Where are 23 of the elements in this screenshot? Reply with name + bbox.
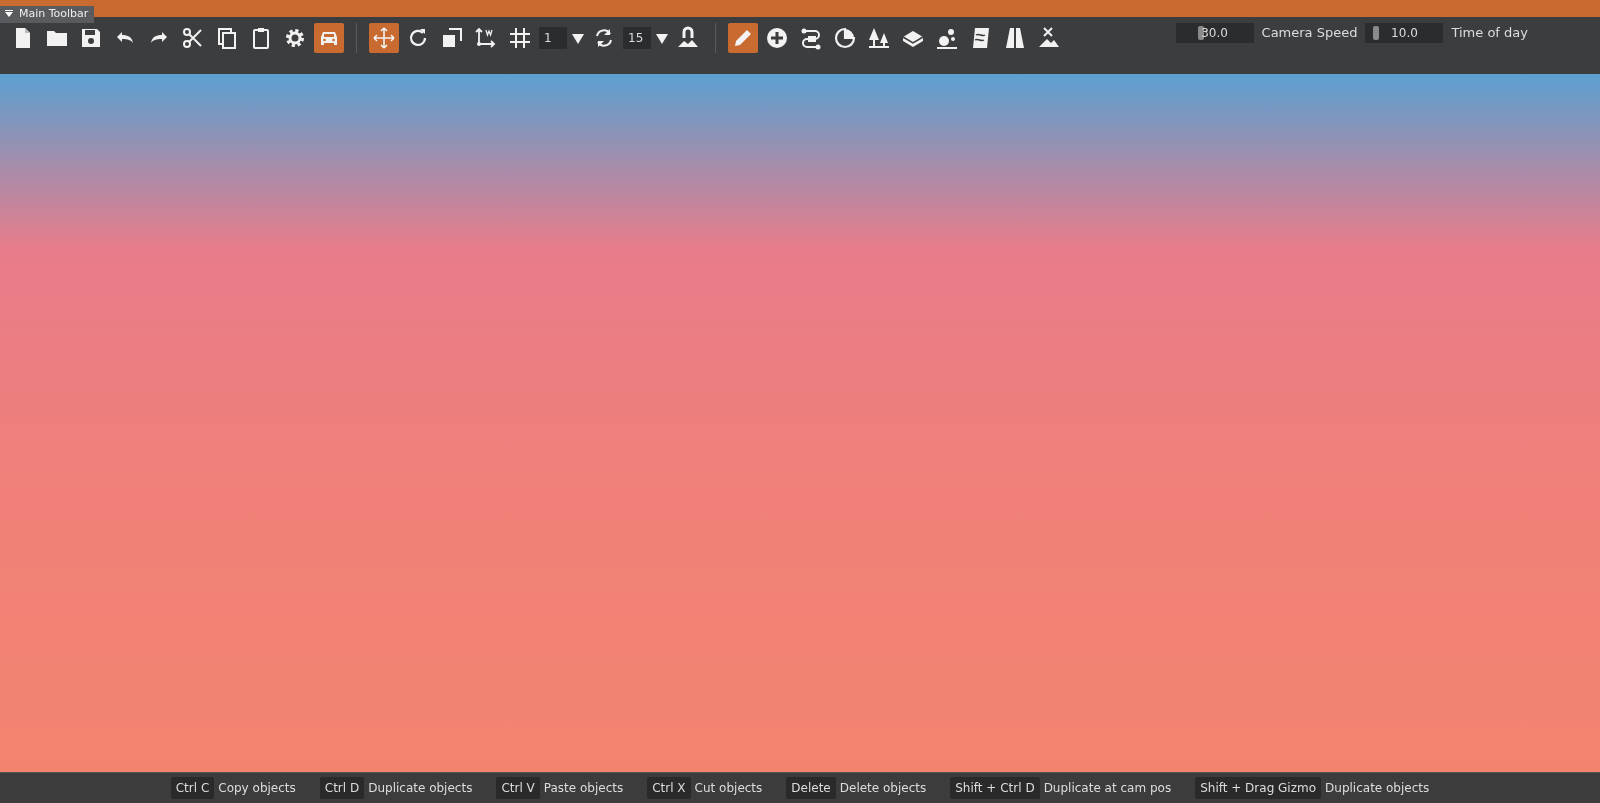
- shortcut-description: Delete objects: [839, 780, 927, 797]
- slider-label: Time of day: [1451, 24, 1528, 43]
- panel-title: Main Toolbar: [19, 6, 89, 22]
- slider-thumb[interactable]: [1373, 26, 1380, 40]
- shortcut-description: Duplicate objects: [368, 780, 473, 797]
- shortcut-key: Ctrl D: [319, 777, 365, 799]
- shortcut-key: Shift + Ctrl D: [950, 777, 1040, 799]
- number-field[interactable]: 1: [539, 27, 567, 49]
- shortcut-key: Ctrl C: [170, 777, 215, 799]
- shortcut-key: Shift + Drag Gizmo: [1195, 777, 1322, 799]
- shortcut-key: Ctrl X: [647, 777, 691, 799]
- number-field[interactable]: 15: [623, 27, 651, 49]
- slider-field[interactable]: 10.0: [1365, 23, 1444, 43]
- slider-field[interactable]: 30.0: [1175, 23, 1254, 43]
- shortcut-key: Ctrl V: [496, 777, 540, 799]
- shortcut-key: Delete: [786, 777, 836, 799]
- shortcut-description: Cut objects: [694, 780, 763, 797]
- slider-label: Camera Speed: [1261, 24, 1358, 43]
- shortcut-description: Duplicate objects: [1325, 780, 1430, 797]
- shortcut-description: Paste objects: [543, 780, 624, 797]
- slider-thumb[interactable]: [1197, 26, 1204, 40]
- shortcut-description: Copy objects: [218, 780, 296, 797]
- shortcut-description: Duplicate at cam pos: [1043, 780, 1172, 797]
